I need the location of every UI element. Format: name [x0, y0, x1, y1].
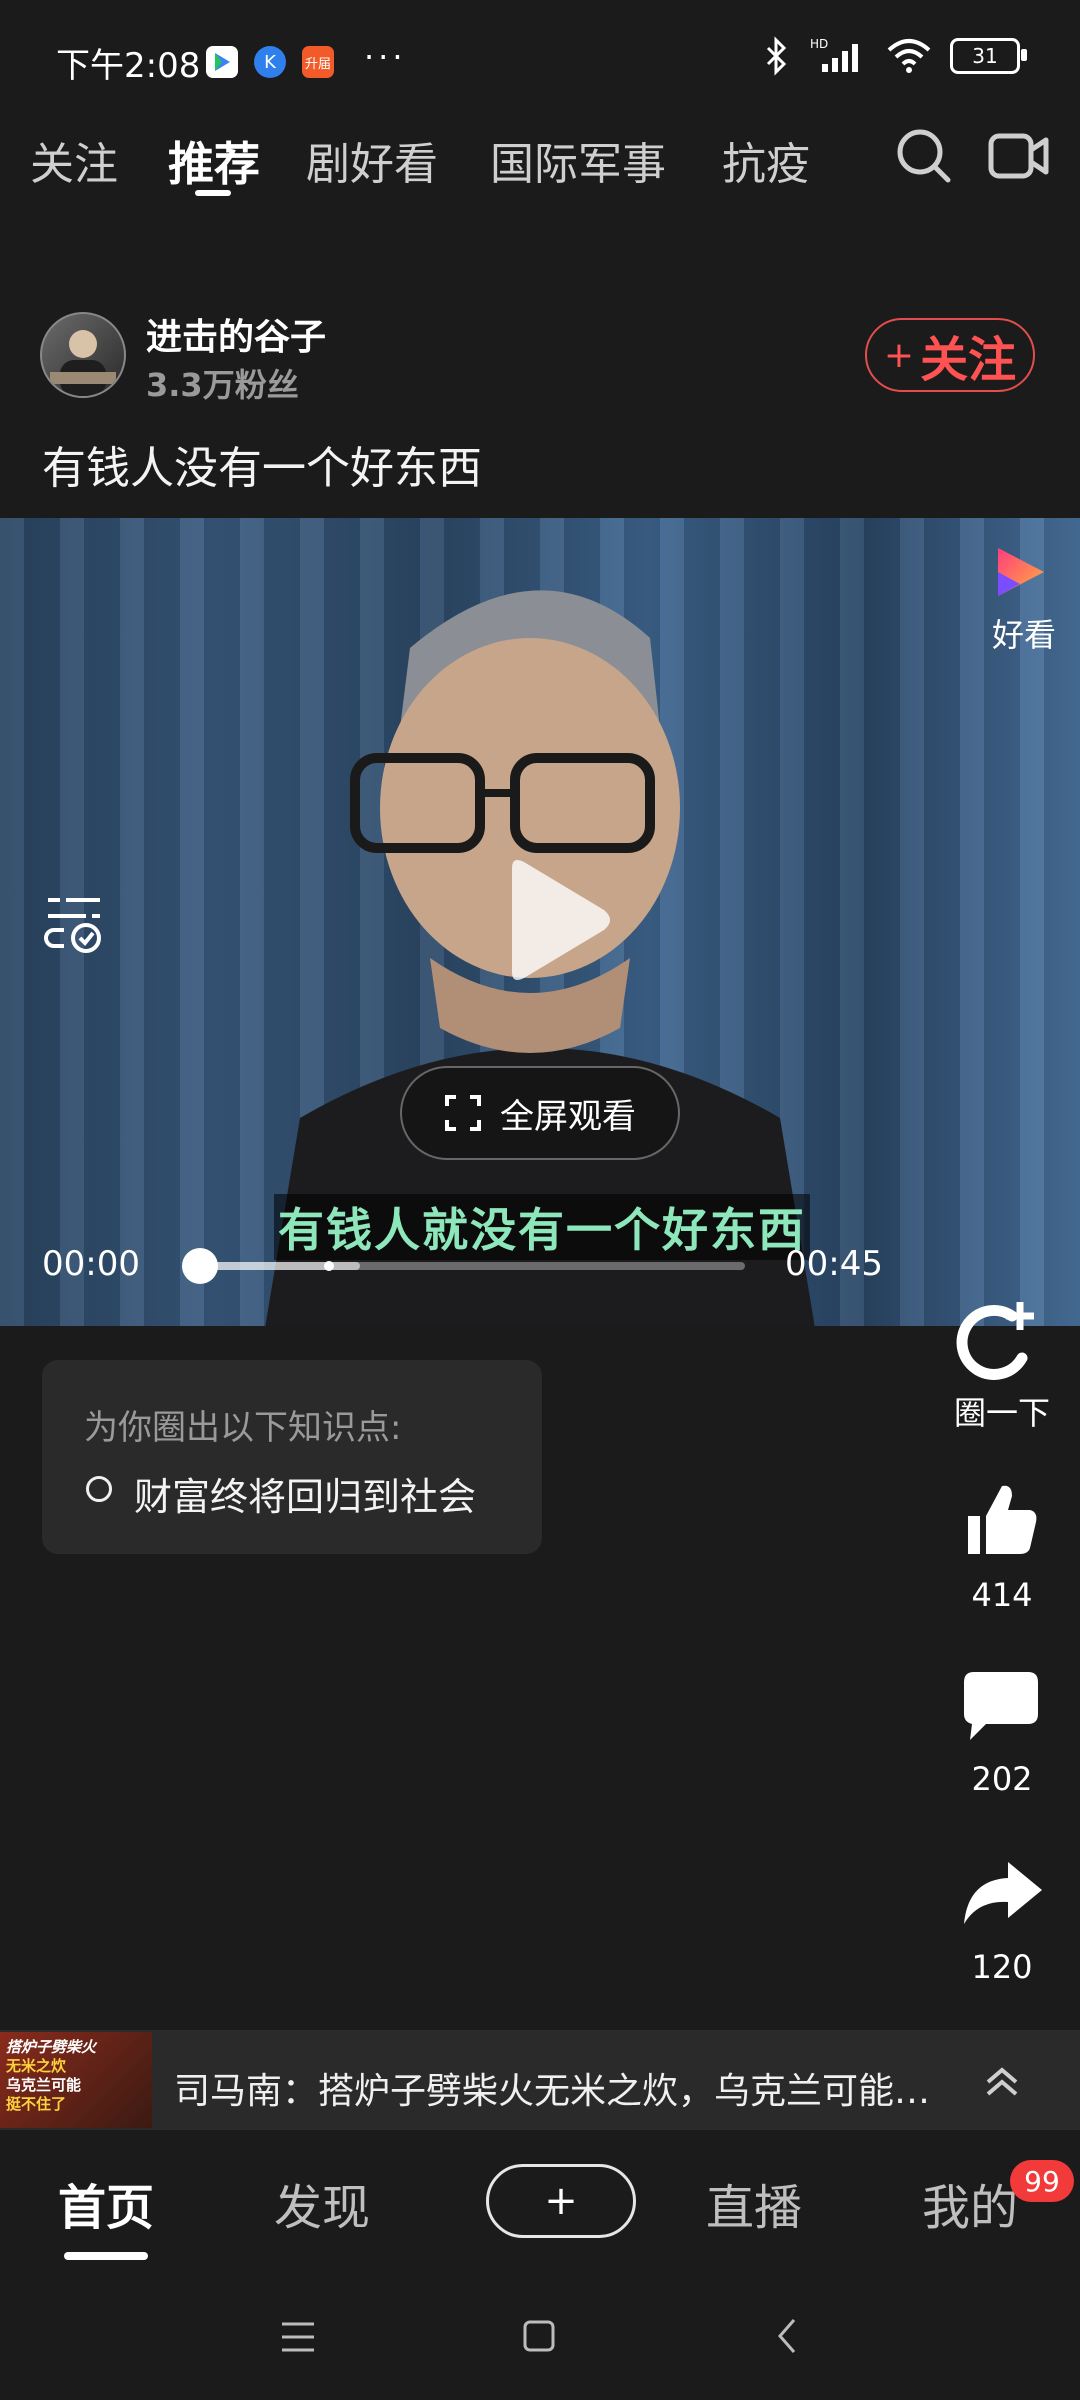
video-player[interactable]: 好看 全屏观看 有钱人就没有一个好东西 00:00 00:45	[0, 518, 1080, 1326]
nav-create-button[interactable]: +	[486, 2164, 636, 2238]
video-camera-icon[interactable]	[988, 130, 1050, 182]
haokan-logo-icon	[998, 548, 1044, 596]
author-name[interactable]: 进击的谷子	[146, 308, 326, 360]
wifi-icon	[887, 39, 931, 73]
comment-count: 202	[971, 1760, 1033, 1798]
thumb-line: 挺不住了	[6, 2095, 67, 2113]
battery-level: 31	[972, 44, 998, 68]
signal-icon: HD	[810, 37, 858, 72]
tab-recommend[interactable]: 推荐	[168, 128, 260, 194]
svg-text:HD: HD	[810, 37, 828, 51]
subtitle-check-icon[interactable]	[44, 890, 108, 954]
like-icon[interactable]	[958, 1478, 1042, 1562]
back-icon[interactable]	[772, 2316, 802, 2356]
play-store-icon	[206, 46, 238, 78]
news-thumbnail[interactable]: 搭炉子劈柴火 无米之炊 乌克兰可能 挺不住了	[0, 2032, 152, 2128]
time-total: 00:45	[785, 1244, 883, 1284]
follow-plus-icon: +	[883, 334, 915, 376]
time-current: 00:00	[42, 1244, 140, 1284]
share-icon[interactable]	[960, 1858, 1044, 1928]
video-caption: 有钱人就没有一个好东西	[274, 1194, 810, 1260]
menu-icon[interactable]	[280, 2320, 316, 2354]
bluetooth-icon	[766, 36, 787, 76]
follow-label: 关注	[920, 332, 1017, 388]
circle-plus-icon[interactable]	[954, 1296, 1044, 1382]
battery-icon: 31	[950, 38, 1027, 74]
status-time: 下午2:08	[56, 46, 201, 86]
mall-app-icon: 升届	[302, 46, 334, 78]
nav-discover[interactable]: 发现	[274, 2168, 370, 2238]
tab-epidemic[interactable]: 抗疫	[722, 128, 810, 192]
more-notifications-icon: ···	[364, 38, 407, 76]
status-right-group: HD 31	[764, 36, 1027, 76]
tab-military[interactable]: 国际军事	[490, 128, 666, 192]
nav-home[interactable]: 首页	[58, 2168, 154, 2238]
circle-label: 圈一下	[953, 1394, 1050, 1432]
haokan-logo-label: 好看	[991, 616, 1056, 654]
follow-button[interactable]: + 关注	[865, 318, 1035, 392]
tab-follow[interactable]: 关注	[30, 128, 118, 192]
nav-live[interactable]: 直播	[706, 2168, 802, 2238]
thumb-line: 搭炉子劈柴火	[6, 2038, 97, 2056]
post-title: 有钱人没有一个好东西	[42, 443, 482, 494]
plus-icon: +	[544, 2178, 578, 2224]
nav-active-indicator	[64, 2252, 148, 2260]
fullscreen-icon	[445, 1095, 481, 1131]
play-icon[interactable]	[482, 850, 622, 990]
fullscreen-button[interactable]: 全屏观看	[400, 1066, 680, 1160]
app-root: 下午2:08 K 升届 ··· HD 31 关注 推荐 剧好看 国际军事 抗疫 …	[0, 0, 1080, 2400]
knowledge-heading: 为你圈出以下知识点:	[84, 1408, 402, 1448]
home-square-icon[interactable]	[522, 2318, 556, 2354]
circle-bullet-icon	[86, 1476, 112, 1502]
author-fans: 3.3万粉丝	[146, 366, 299, 404]
share-count: 120	[971, 1948, 1033, 1986]
chevron-up-double-icon[interactable]	[980, 2060, 1024, 2104]
knowledge-item[interactable]: 财富终将回归到社会	[134, 1466, 476, 1521]
progress-marker	[324, 1261, 334, 1271]
like-count: 414	[971, 1576, 1033, 1614]
nav-me[interactable]: 我的	[922, 2168, 1018, 2238]
progress-buffered	[200, 1262, 360, 1270]
author-avatar[interactable]	[40, 312, 126, 398]
notification-badge: 99	[1010, 2160, 1074, 2202]
fullscreen-label: 全屏观看	[500, 1096, 636, 1137]
news-headline[interactable]: 司马南：搭炉子劈柴火无米之炊，乌克兰可能…	[174, 2062, 934, 2114]
k-app-icon: K	[254, 46, 286, 78]
search-icon[interactable]	[894, 126, 954, 186]
thumb-line: 乌克兰可能	[6, 2076, 82, 2094]
progress-knob[interactable]	[182, 1248, 218, 1284]
thumb-line: 无米之炊	[6, 2057, 67, 2075]
status-bar: 下午2:08 K 升届 ··· HD 31	[0, 0, 1080, 120]
tab-drama[interactable]: 剧好看	[306, 128, 438, 192]
comment-icon[interactable]	[960, 1668, 1042, 1746]
knowledge-card	[42, 1360, 542, 1554]
tab-active-indicator	[195, 190, 231, 196]
